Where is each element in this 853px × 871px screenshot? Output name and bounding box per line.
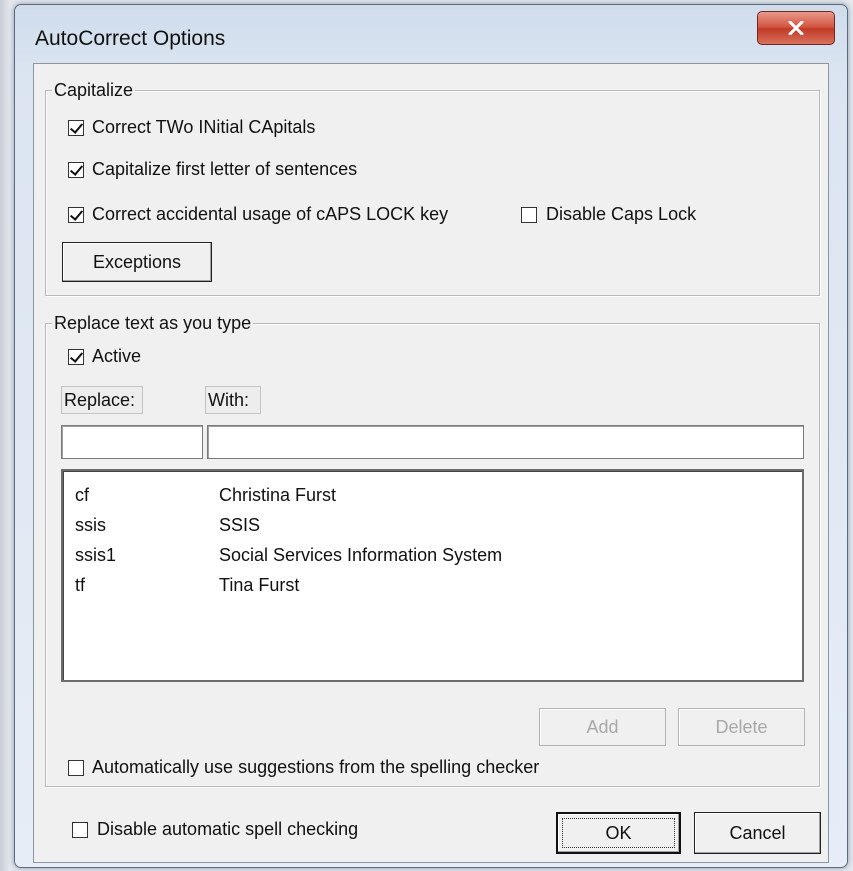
replace-input[interactable] [61, 425, 203, 459]
exceptions-button-label: Exceptions [92, 251, 182, 272]
cancel-button-label: Cancel [729, 822, 786, 843]
replacement-list[interactable]: cf Christina Furst ssis SSIS ssis1 Socia… [61, 469, 804, 682]
add-button-label: Add [586, 716, 619, 737]
caps-lock-usage-label[interactable]: Correct accidental usage of cAPS LOCK ke… [92, 203, 448, 225]
list-item[interactable]: cf Christina Furst [63, 480, 802, 510]
active-label[interactable]: Active [92, 345, 141, 367]
title-bar[interactable]: AutoCorrect Options [15, 5, 847, 63]
replace-legend: Replace text as you type [52, 313, 254, 333]
list-item[interactable]: ssis SSIS [63, 510, 802, 540]
cancel-button[interactable]: Cancel [694, 812, 821, 854]
exceptions-button[interactable]: Exceptions [62, 242, 212, 282]
delete-button[interactable]: Delete [678, 708, 805, 746]
replace-column-label: Replace: [61, 386, 143, 414]
list-item[interactable]: ssis1 Social Services Information System [63, 540, 802, 570]
ok-button[interactable]: OK [556, 812, 681, 854]
dialog-body: Capitalize Correct TWo INitial CApitals … [33, 63, 829, 863]
disable-spell-checking-checkbox[interactable] [72, 822, 88, 838]
list-item-with: SSIS [219, 515, 261, 535]
list-item[interactable]: tf Tina Furst [63, 570, 802, 600]
delete-button-label: Delete [715, 716, 768, 737]
close-icon [788, 21, 804, 35]
list-item-with: Social Services Information System [219, 545, 503, 565]
spelling-suggestions-checkbox[interactable] [68, 760, 84, 776]
list-item-replace: tf [75, 575, 86, 595]
focus-rectangle [562, 818, 675, 848]
list-item-replace: ssis [75, 515, 106, 535]
list-item-with: Tina Furst [219, 575, 300, 595]
close-button[interactable] [757, 11, 835, 45]
disable-caps-lock-checkbox[interactable] [521, 207, 537, 223]
two-initial-capitals-checkbox[interactable] [68, 120, 84, 136]
list-item-replace: ssis1 [75, 545, 117, 565]
caps-lock-usage-checkbox[interactable] [68, 207, 84, 223]
list-item-replace: cf [75, 485, 90, 505]
capitalize-legend: Capitalize [52, 80, 136, 100]
autocorrect-dialog: AutoCorrect Options Capitalize Correct T… [14, 4, 848, 868]
window-title: AutoCorrect Options [35, 27, 226, 50]
spelling-suggestions-label[interactable]: Automatically use suggestions from the s… [92, 756, 539, 778]
add-button[interactable]: Add [539, 708, 666, 746]
two-initial-capitals-label[interactable]: Correct TWo INitial CApitals [92, 116, 315, 138]
capitalize-first-letter-checkbox[interactable] [68, 162, 84, 178]
with-column-label: With: [205, 386, 261, 414]
disable-caps-lock-label[interactable]: Disable Caps Lock [546, 203, 696, 225]
active-checkbox[interactable] [68, 349, 84, 365]
with-input[interactable] [207, 425, 804, 459]
capitalize-first-letter-label[interactable]: Capitalize first letter of sentences [92, 158, 357, 180]
disable-spell-checking-label[interactable]: Disable automatic spell checking [97, 818, 358, 840]
list-item-with: Christina Furst [219, 485, 337, 505]
